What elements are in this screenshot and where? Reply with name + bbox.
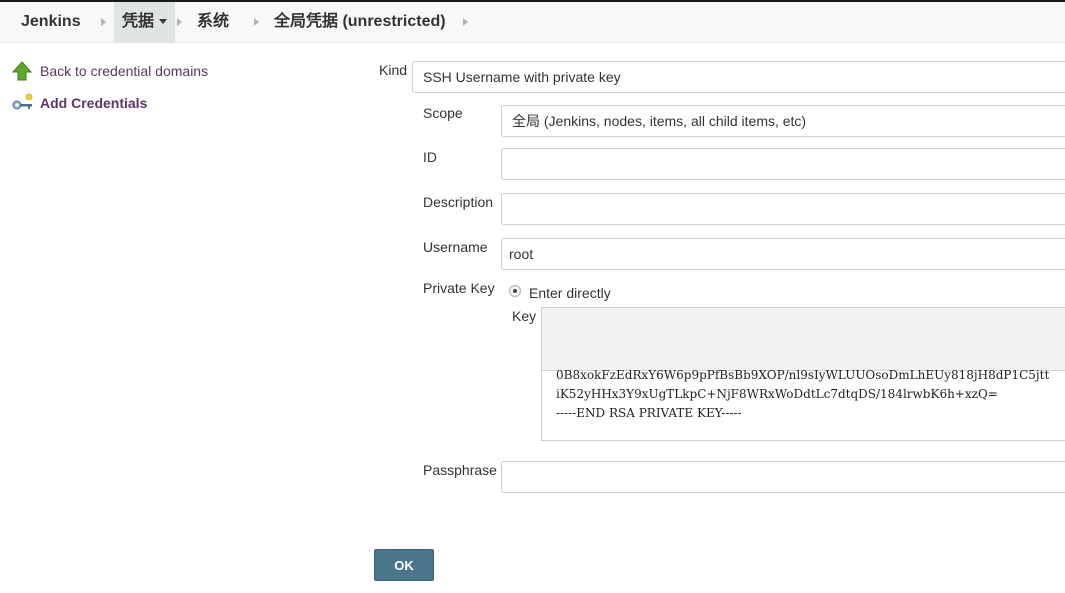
scope-label: Scope <box>423 105 463 121</box>
key-line: iK52yHHx3Y9xUgTLkpC+NjF8WRxWoDdtLc7dtqDS… <box>556 387 998 401</box>
arrow-up-icon <box>12 61 32 81</box>
breadcrumb-system[interactable]: 系统 <box>197 2 229 42</box>
passphrase-field[interactable] <box>501 461 1065 493</box>
ok-button[interactable]: OK <box>374 549 434 581</box>
description-label: Description <box>423 194 494 210</box>
key-icon <box>12 93 33 110</box>
description-field[interactable] <box>501 193 1065 225</box>
scope-select[interactable]: 全局 (Jenkins, nodes, items, all child ite… <box>501 105 1065 137</box>
enter-directly-radio[interactable] <box>509 285 521 297</box>
username-field[interactable]: root <box>501 238 1065 270</box>
breadcrumb-separator-icon <box>101 18 106 26</box>
breadcrumb-separator-icon <box>177 18 182 26</box>
chevron-down-icon[interactable] <box>159 19 168 25</box>
id-field[interactable] <box>501 148 1065 180</box>
breadcrumb-separator-icon <box>463 18 468 26</box>
private-key-label: Private Key <box>423 280 495 296</box>
breadcrumb-credentials-label: 凭据 <box>122 13 155 30</box>
breadcrumb-global-credentials[interactable]: 全局凭据 (unrestricted) <box>274 2 446 42</box>
breadcrumb-jenkins[interactable]: Jenkins <box>21 2 81 42</box>
breadcrumb-credentials[interactable]: 凭据 <box>114 2 176 42</box>
radio-selected-dot <box>513 289 517 293</box>
kind-label: Kind <box>379 62 408 78</box>
back-link-label: Back to credential domains <box>40 63 209 79</box>
kind-select[interactable]: SSH Username with private key <box>412 61 1065 93</box>
add-credentials-label: Add Credentials <box>40 95 148 111</box>
key-textarea[interactable]: 0B8xokFzEdRxY6W6p9pPfBsBb9XOP/nl9sIyWLUU… <box>541 307 1065 441</box>
enter-directly-label[interactable]: Enter directly <box>529 285 611 301</box>
breadcrumb: Jenkins 凭据 系统 全局凭据 (unrestricted) <box>0 2 1065 43</box>
id-label: ID <box>423 149 437 165</box>
key-textarea-scrolled-area <box>542 308 1065 371</box>
key-line: 0B8xokFzEdRxY6W6p9pPfBsBb9XOP/nl9sIyWLUU… <box>556 368 1050 382</box>
key-line: -----END RSA PRIVATE KEY----- <box>556 406 742 420</box>
key-label: Key <box>512 308 537 324</box>
breadcrumb-separator-icon <box>254 18 259 26</box>
username-label: Username <box>423 239 488 255</box>
passphrase-label: Passphrase <box>423 462 497 478</box>
